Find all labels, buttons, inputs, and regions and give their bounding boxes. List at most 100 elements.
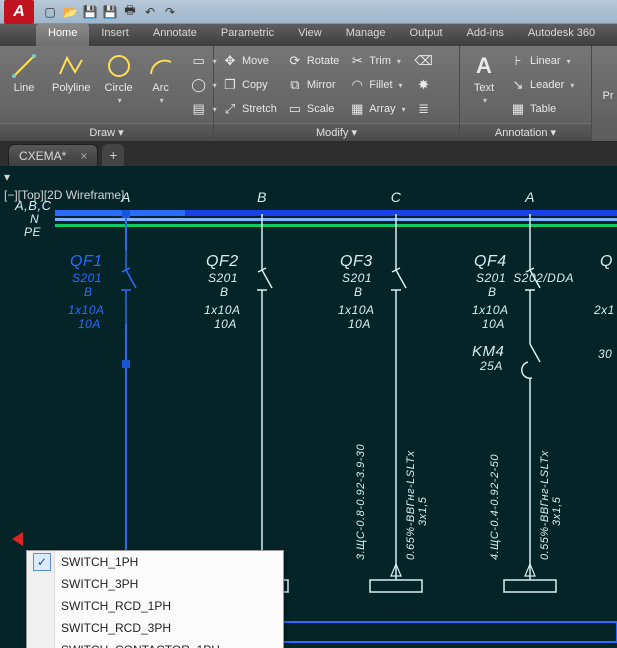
tab-parametric[interactable]: Parametric xyxy=(209,24,286,46)
menu-item-switch-3ph[interactable]: SWITCH_3PH xyxy=(27,573,283,595)
qat-plot-icon[interactable]: 🖶 xyxy=(122,4,138,20)
qat-open-icon[interactable]: 📂 xyxy=(62,4,78,20)
dim-linear-label: Linear xyxy=(530,55,561,67)
table-button[interactable]: ▦Table xyxy=(508,98,576,120)
line-icon xyxy=(10,52,38,80)
panel-draw-title[interactable]: Draw ▾ xyxy=(0,123,213,141)
bus-n-label: N xyxy=(30,212,39,226)
leader-icon: ↘ xyxy=(510,77,526,93)
svg-text:B: B xyxy=(354,285,363,299)
app-logo[interactable]: A xyxy=(4,0,34,24)
move-button[interactable]: ✥Move xyxy=(220,50,279,72)
svg-text:C: C xyxy=(391,189,402,205)
copy-label: Copy xyxy=(242,79,268,91)
svg-text:1x10A: 1x10A xyxy=(472,303,509,317)
tab-output[interactable]: Output xyxy=(398,24,455,46)
svg-text:B: B xyxy=(488,285,497,299)
mirror-label: Mirror xyxy=(307,79,336,91)
svg-text:S202/DDA: S202/DDA xyxy=(513,271,574,285)
dim-linear-button[interactable]: ⊦Linear▾ xyxy=(508,50,576,72)
tab-manage[interactable]: Manage xyxy=(334,24,398,46)
svg-text:0.65%-ВВГнг-LSLTx: 0.65%-ВВГнг-LSLTx xyxy=(405,450,417,560)
rotate-button[interactable]: ⟳Rotate xyxy=(285,50,341,72)
drawing-canvas[interactable]: ▾ [−][Top][2D Wireframe] A,B,C N PE xyxy=(0,166,617,648)
line-label: Line xyxy=(14,82,35,94)
panel-annotation-title[interactable]: Annotation ▾ xyxy=(460,123,591,141)
copy-button[interactable]: ❐Copy xyxy=(220,74,279,96)
qat-saveas-icon[interactable]: 💾 xyxy=(102,4,118,20)
menu-item-label: SWITCH_RCD_1PH xyxy=(61,599,171,613)
svg-text:2x1: 2x1 xyxy=(593,303,615,317)
dynamic-block-menu: ✓ SWITCH_1PH SWITCH_3PH SWITCH_RCD_1PH S… xyxy=(26,550,284,648)
trim-button[interactable]: ✂Trim▾ xyxy=(347,50,407,72)
line-button[interactable]: Line xyxy=(6,50,42,96)
quick-access-toolbar: A ▢ 📂 💾 💾 🖶 ↶ ↷ xyxy=(0,0,617,24)
qat-save-icon[interactable]: 💾 xyxy=(82,4,98,20)
menu-item-switch-contactor-1ph[interactable]: SWITCH_CONTACTOR_1PH xyxy=(27,639,283,648)
polyline-icon xyxy=(57,52,85,80)
arc-button[interactable]: Arc▾ xyxy=(143,50,179,107)
mirror-button[interactable]: ⧉Mirror xyxy=(285,74,341,96)
panel-modify-title[interactable]: Modify ▾ xyxy=(214,123,459,141)
menu-item-switch-rcd-3ph[interactable]: SWITCH_RCD_3PH xyxy=(27,617,283,639)
text-button[interactable]: A Text▾ xyxy=(466,50,502,107)
svg-text:KM4: KM4 xyxy=(472,343,504,360)
arc-icon xyxy=(147,52,175,80)
menu-item-label: SWITCH_3PH xyxy=(61,577,138,591)
close-icon[interactable]: × xyxy=(80,149,87,163)
fillet-icon: ◠ xyxy=(349,77,365,93)
leader-button[interactable]: ↘Leader▾ xyxy=(508,74,576,96)
file-tab-name: CXEMA* xyxy=(19,149,66,163)
svg-text:S201: S201 xyxy=(208,271,238,285)
erase-button[interactable]: ⌫ xyxy=(414,50,434,72)
fillet-button[interactable]: ◠Fillet▾ xyxy=(347,74,407,96)
svg-text:QF1: QF1 xyxy=(70,253,103,270)
svg-text:S201: S201 xyxy=(72,271,102,285)
array-label: Array xyxy=(369,103,395,115)
tab-addins[interactable]: Add-ins xyxy=(455,24,516,46)
erase-icon: ⌫ xyxy=(416,53,432,69)
svg-text:3x1,5: 3x1,5 xyxy=(417,496,429,526)
svg-text:B: B xyxy=(220,285,229,299)
offset-button[interactable]: ≣ xyxy=(414,98,434,120)
rotate-label: Rotate xyxy=(307,55,339,67)
qat-new-icon[interactable]: ▢ xyxy=(42,4,58,20)
explode-button[interactable]: ✸ xyxy=(414,74,434,96)
trim-label: Trim xyxy=(369,55,391,67)
qat-redo-icon[interactable]: ↷ xyxy=(162,4,178,20)
circle-button[interactable]: Circle▾ xyxy=(101,50,137,107)
svg-text:10A: 10A xyxy=(78,317,101,331)
viewcube-dropdown[interactable]: ▾ xyxy=(4,170,10,184)
tab-annotate[interactable]: Annotate xyxy=(141,24,209,46)
scale-button[interactable]: ▭Scale xyxy=(285,98,341,120)
svg-text:Q: Q xyxy=(600,253,613,270)
stretch-button[interactable]: ⤢Stretch xyxy=(220,98,279,120)
menu-item-label: SWITCH_RCD_3PH xyxy=(61,621,171,635)
tab-view[interactable]: View xyxy=(286,24,334,46)
menu-item-switch-1ph[interactable]: ✓ SWITCH_1PH xyxy=(27,551,283,573)
tab-insert[interactable]: Insert xyxy=(89,24,141,46)
svg-text:QF3: QF3 xyxy=(340,253,373,270)
svg-text:3.ЩС-0.8-0.92-3.9-30: 3.ЩС-0.8-0.92-3.9-30 xyxy=(355,443,367,560)
ellipse-icon: ◯ xyxy=(191,77,207,93)
bus-pe-label: PE xyxy=(24,225,42,239)
svg-text:S201: S201 xyxy=(476,271,506,285)
menu-item-switch-rcd-1ph[interactable]: SWITCH_RCD_1PH xyxy=(27,595,283,617)
file-tab[interactable]: CXEMA* × xyxy=(8,144,98,166)
tab-autodesk360[interactable]: Autodesk 360 xyxy=(516,24,607,46)
svg-text:0.55%-ВВГнг-LSLTx: 0.55%-ВВГнг-LSLTx xyxy=(539,450,551,560)
new-tab-button[interactable]: + xyxy=(102,144,124,166)
properties-label-cut: Pr xyxy=(603,90,614,102)
menu-item-label: SWITCH_CONTACTOR_1PH xyxy=(61,643,220,648)
svg-text:B: B xyxy=(84,285,93,299)
viewport-state[interactable]: [−][Top][2D Wireframe] xyxy=(4,188,124,202)
tab-home[interactable]: Home xyxy=(36,24,89,46)
dim-linear-icon: ⊦ xyxy=(510,53,526,69)
svg-text:QF2: QF2 xyxy=(206,253,239,270)
text-icon: A xyxy=(470,52,498,80)
polyline-button[interactable]: Polyline xyxy=(48,50,95,96)
qat-undo-icon[interactable]: ↶ xyxy=(142,4,158,20)
move-label: Move xyxy=(242,55,269,67)
check-icon: ✓ xyxy=(33,553,51,571)
array-button[interactable]: ▦Array▾ xyxy=(347,98,407,120)
